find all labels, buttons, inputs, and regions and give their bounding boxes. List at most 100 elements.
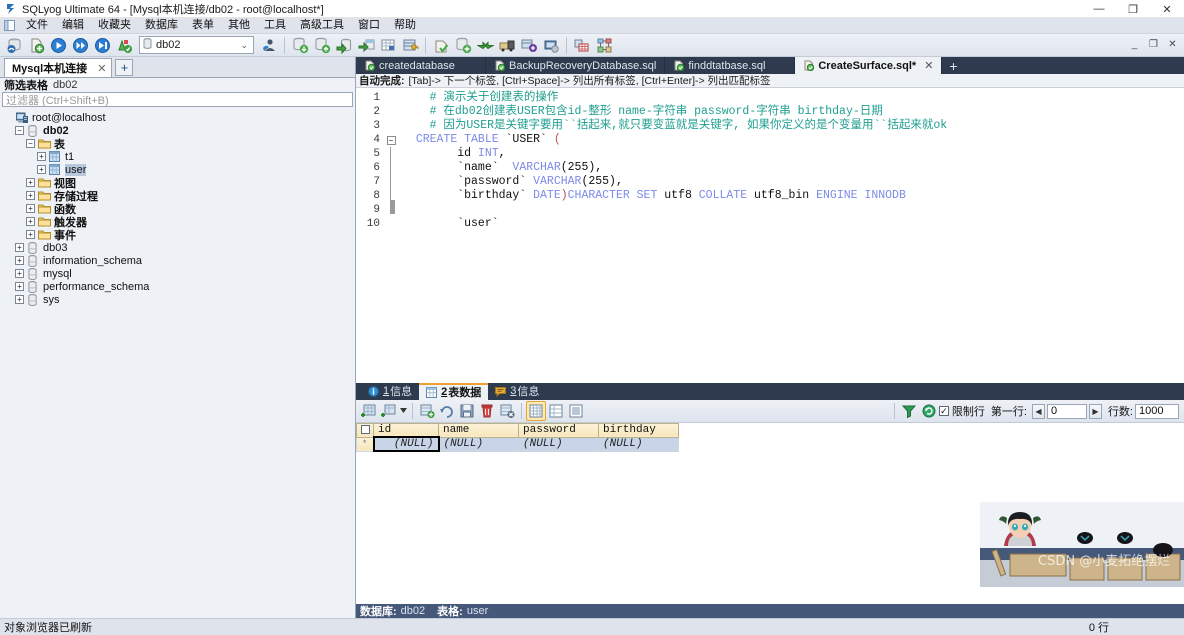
expand-icon[interactable]: + (15, 256, 24, 265)
tree-item-performance-schema[interactable]: + performance_schema (0, 280, 355, 293)
grid-column-header[interactable]: password (518, 422, 599, 438)
maximize-button[interactable]: ❐ (1116, 0, 1150, 18)
refresh-data-icon[interactable] (417, 401, 437, 421)
row-count-input[interactable]: 1000 (1135, 403, 1179, 419)
sync-data-icon[interactable] (474, 35, 496, 56)
diff-tool-icon[interactable] (571, 35, 593, 56)
code-line[interactable]: # 因为USER是关键字要用``括起来,就只要变蓝就是关键字, 如果你定义的是个… (402, 119, 1184, 133)
text-view-icon[interactable] (566, 401, 586, 421)
menu-item-window[interactable]: 窗口 (351, 18, 387, 33)
grid-cell[interactable]: (NULL) (518, 436, 599, 452)
expand-icon[interactable]: + (37, 165, 46, 174)
prev-page-button[interactable]: ◀ (1031, 403, 1045, 419)
table-row[interactable]: * (NULL) (NULL) (NULL) (NULL) (356, 436, 679, 453)
editor-tab-finddtatbase-sql[interactable]: finddtatbase.sql (665, 57, 796, 74)
grid-column-header[interactable]: name (438, 422, 519, 438)
delete-row-icon[interactable] (477, 401, 497, 421)
insert-row-icon[interactable] (359, 401, 379, 421)
refresh-icon[interactable] (919, 401, 939, 421)
grid-cell[interactable]: (NULL) (598, 436, 679, 452)
add-editor-tab-button[interactable]: + (942, 57, 965, 74)
collapse-icon[interactable]: − (26, 139, 35, 148)
menu-item-form[interactable]: 表单 (185, 18, 221, 33)
code-line[interactable]: `birthday` DATE)CHARACTER SET utf8 COLLA… (402, 189, 1184, 203)
object-tree[interactable]: root@localhost − db02− 表 + t1 + user + 视图 + 存储过程 + 函数… (0, 109, 355, 635)
tree-item-root-localhost[interactable]: root@localhost (0, 111, 355, 124)
dropdown-arrow-icon[interactable] (399, 401, 408, 421)
execute-query-icon[interactable] (47, 35, 69, 56)
close-icon[interactable]: ✕ (924, 59, 933, 72)
result-tab-2[interactable]: 2 表数据 (419, 382, 489, 400)
mdi-restore-button[interactable]: ❐ (1144, 36, 1163, 52)
stop-query-icon[interactable] (113, 35, 135, 56)
expand-icon[interactable]: + (15, 243, 24, 252)
menu-item-favorites[interactable]: 收藏夹 (91, 18, 138, 33)
export-data-icon[interactable] (355, 35, 377, 56)
editor-tab-createsurface-sql-[interactable]: CreateSurface.sql* ✕ (795, 57, 943, 74)
tunnel-icon[interactable] (518, 35, 540, 56)
add-connection-tab-button[interactable]: + (115, 59, 134, 76)
expand-icon[interactable]: + (15, 269, 24, 278)
minimize-button[interactable]: — (1082, 0, 1116, 18)
code-line[interactable]: # 在db02创建表USER包含id-整形 name-字符串 password-… (402, 105, 1184, 119)
grid-column-header[interactable]: id (373, 422, 439, 438)
grid-cell[interactable]: (NULL) (438, 436, 519, 452)
execute-current-icon[interactable] (91, 35, 113, 56)
new-database-icon[interactable] (452, 35, 474, 56)
mdi-close-button[interactable]: ✕ (1163, 36, 1182, 52)
collapse-icon[interactable]: − (15, 126, 24, 135)
menu-item-other[interactable]: 其他 (221, 18, 257, 33)
sql-code-content[interactable]: # 演示关于创建表的操作 # 在db02创建表USER包含id-整形 name-… (398, 88, 1184, 383)
query-builder-icon[interactable] (540, 35, 562, 56)
user-manager-icon[interactable] (258, 35, 280, 56)
code-line[interactable]: id INT, (402, 147, 1184, 161)
filter-input[interactable]: 过滤器 (Ctrl+Shift+B) (2, 92, 353, 107)
tree-item--[interactable]: − 表 (0, 137, 355, 151)
expand-icon[interactable]: + (26, 178, 35, 187)
row-marker[interactable]: * (356, 436, 374, 452)
expand-icon[interactable]: + (26, 230, 35, 239)
code-line[interactable]: `user` (402, 217, 1184, 231)
duplicate-row-icon[interactable] (379, 401, 399, 421)
next-page-button[interactable]: ▶ (1088, 403, 1102, 419)
grid-column-header[interactable]: birthday (598, 422, 679, 438)
save-changes-icon[interactable] (457, 401, 477, 421)
code-line[interactable]: CREATE TABLE `USER` ( (402, 133, 1184, 147)
filter-icon[interactable] (899, 401, 919, 421)
select-all-header[interactable] (356, 422, 374, 438)
undo-icon[interactable] (437, 401, 457, 421)
code-line[interactable] (402, 203, 1184, 217)
menu-item-tools[interactable]: 工具 (257, 18, 293, 33)
validate-query-icon[interactable] (430, 35, 452, 56)
fold-toggle-icon[interactable]: − (386, 136, 396, 146)
code-line[interactable]: `name` VARCHAR(255), (402, 161, 1184, 175)
expand-icon[interactable]: + (37, 152, 46, 161)
mdi-minimize-button[interactable]: _ (1125, 36, 1144, 52)
migrate-data-icon[interactable] (496, 35, 518, 56)
new-query-icon[interactable] (25, 35, 47, 56)
backup-database-icon[interactable] (289, 35, 311, 56)
close-icon[interactable]: ✕ (97, 62, 106, 75)
database-selector[interactable]: db02 ⌄ (139, 36, 254, 54)
import-data-icon[interactable] (333, 35, 355, 56)
grid-cell[interactable]: (NULL) (372, 436, 440, 453)
tree-item-information-schema[interactable]: + information_schema (0, 254, 355, 267)
result-tab-3[interactable]: 3 信息 (488, 383, 546, 400)
new-connection-icon[interactable] (3, 35, 25, 56)
execute-all-icon[interactable] (69, 35, 91, 56)
menu-item-help[interactable]: 帮助 (387, 18, 423, 33)
sql-editor[interactable]: 1 2 3 4 5 6 7 8 9 10 − # 演示关于创建表的操作 # 在db02创建表USE… (356, 88, 1184, 383)
expand-icon[interactable]: + (15, 295, 24, 304)
editor-tab-createdatabase[interactable]: createdatabase (356, 57, 486, 74)
result-tab-1[interactable]: 1 信息 (361, 383, 419, 400)
expand-icon[interactable]: + (15, 282, 24, 291)
result-grid-container[interactable]: id name password birthday * (NULL) (NULL) (NULL… (356, 422, 1184, 604)
expand-icon[interactable]: + (26, 217, 35, 226)
tree-item--[interactable]: + 事件 (0, 228, 355, 242)
expand-icon[interactable]: + (26, 191, 35, 200)
connection-tab-mysql-local[interactable]: Mysql本机连接 ✕ (4, 58, 113, 77)
limit-rows-checkbox[interactable]: ✓ (938, 406, 949, 417)
grid-view-icon[interactable] (526, 400, 546, 421)
code-fold-column[interactable]: − (384, 88, 398, 383)
result-grid[interactable]: id name password birthday * (NULL) (NULL) (NULL… (356, 422, 679, 453)
